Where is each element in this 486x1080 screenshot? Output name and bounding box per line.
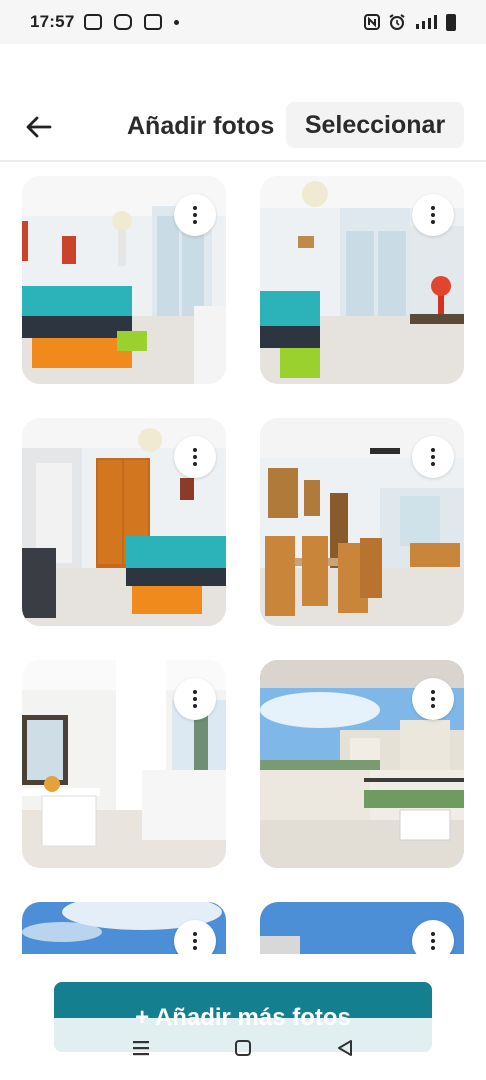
page-title: Añadir fotos: [127, 112, 275, 140]
signal-icon: [416, 15, 437, 29]
photo-card-bedroom-2[interactable]: [260, 176, 464, 384]
screenshot-notification-icon: [144, 14, 163, 30]
photo-card-exterior-2[interactable]: [260, 902, 464, 954]
photo-more-button[interactable]: [412, 194, 454, 236]
battery-icon: [446, 13, 456, 31]
nfc-icon: [364, 14, 380, 30]
system-nav-bar: [0, 1026, 486, 1070]
photo-card-living-room[interactable]: [22, 660, 226, 868]
recent-apps-button[interactable]: [121, 1028, 161, 1068]
recent-apps-icon: [133, 1041, 149, 1056]
photo-grid: [0, 176, 486, 954]
instagram-notification-icon: [114, 14, 133, 30]
status-bar: 17:57: [0, 0, 486, 44]
home-icon: [235, 1040, 251, 1056]
photo-card-exterior-1[interactable]: [22, 902, 226, 954]
photo-more-button[interactable]: [412, 920, 454, 954]
gallery-notification-icon: [84, 14, 103, 30]
photo-more-button[interactable]: [174, 678, 216, 720]
status-left-icons: [84, 14, 180, 30]
header-divider: [0, 160, 486, 162]
back-button[interactable]: [22, 110, 56, 144]
photo-card-bedroom-1[interactable]: [22, 176, 226, 384]
alarm-icon: [389, 14, 405, 30]
photo-card-bedroom-3[interactable]: [22, 418, 226, 626]
photo-more-button[interactable]: [174, 194, 216, 236]
photo-more-button[interactable]: [174, 920, 216, 954]
photo-card-dining-room[interactable]: [260, 418, 464, 626]
status-time: 17:57: [30, 12, 75, 31]
status-right: [364, 13, 456, 31]
photo-card-balcony[interactable]: [260, 660, 464, 868]
more-notifications-dot-icon: [174, 19, 180, 25]
photo-more-button[interactable]: [174, 436, 216, 478]
select-button[interactable]: Seleccionar: [286, 102, 464, 148]
home-button[interactable]: [223, 1028, 263, 1068]
photo-more-button[interactable]: [412, 436, 454, 478]
header: Añadir fotos Seleccionar: [0, 98, 486, 156]
photo-more-button[interactable]: [412, 678, 454, 720]
arrow-left-icon: [26, 116, 52, 138]
system-back-button[interactable]: [325, 1028, 365, 1068]
back-triangle-icon: [338, 1040, 352, 1056]
